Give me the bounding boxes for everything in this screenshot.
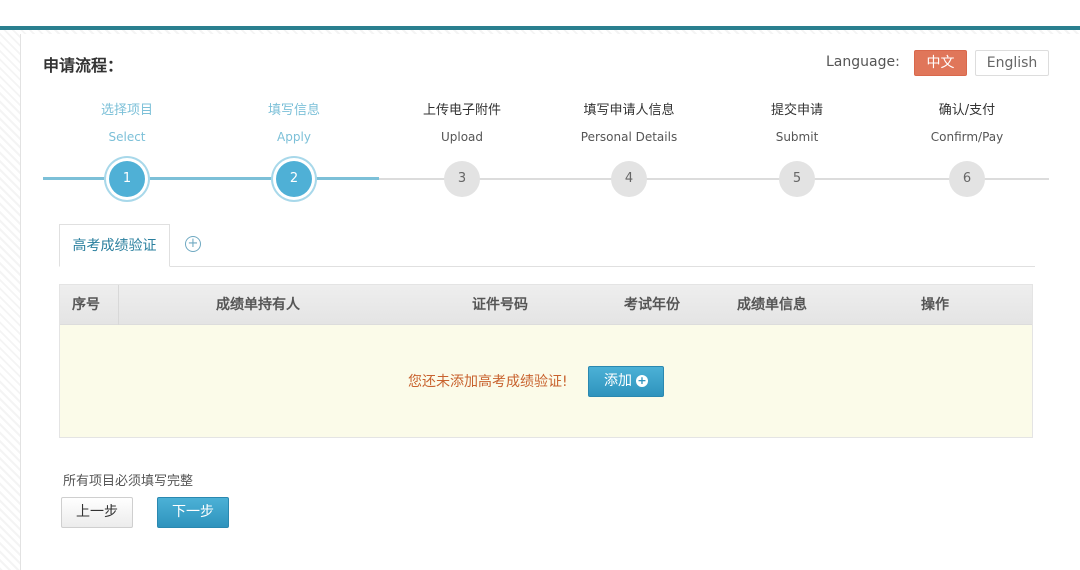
step-5-label: 提交申请 Submit [727,102,867,146]
score-table: 序号 成绩单持有人 证件号码 考试年份 成绩单信息 操作 您还未添加高考成绩验证… [59,284,1033,438]
step-3-circle: 3 [444,161,480,197]
col-transcript-info: 成绩单信息 [737,297,807,313]
plus-circle-icon: + [636,374,648,387]
table-header: 序号 成绩单持有人 证件号码 考试年份 成绩单信息 操作 [60,285,1032,325]
required-note: 所有项目必须填写完整 [63,474,194,489]
tab-gaokao-verification[interactable]: 高考成绩验证 [59,224,170,267]
step-3-cn: 上传电子附件 [422,103,501,118]
step-2-cn: 填写信息 [267,103,320,118]
header-separator [118,285,119,325]
col-exam-year: 考试年份 [624,297,680,313]
step-2-en: Apply [277,130,311,144]
step-5-cn: 提交申请 [770,103,823,118]
col-id-number: 证件号码 [472,297,528,313]
step-5-circle: 5 [779,161,815,197]
application-panel: 申请流程： Language: 中文 English 选择项目 Select 填… [20,34,1080,570]
step-2-label: 填写信息 Apply [224,102,364,146]
step-5-en: Submit [775,130,819,144]
step-6-label: 确认/支付 Confirm/Pay [897,102,1037,146]
language-label: Language: [826,54,900,70]
add-button-label: 添加 [604,373,632,389]
progress-track-completed [43,177,379,180]
next-step-button[interactable]: 下一步 [157,497,229,528]
step-4-en: Personal Details [580,130,678,144]
step-1-cn: 选择项目 [100,103,153,118]
step-3-label: 上传电子附件 Upload [392,102,532,146]
step-4-circle: 4 [611,161,647,197]
step-6-en: Confirm/Pay [930,130,1004,144]
step-3-en: Upload [440,130,484,144]
step-6-cn: 确认/支付 [938,103,996,118]
step-1-circle: 1 [109,161,145,197]
step-1-en: Select [108,130,146,144]
table-empty-row: 您还未添加高考成绩验证! 添加 + [60,325,1032,437]
language-english-button[interactable]: English [975,50,1049,76]
col-holder: 成绩单持有人 [216,297,300,313]
col-actions: 操作 [921,297,949,313]
step-4-cn: 填写申请人信息 [583,103,675,118]
step-6-circle: 6 [949,161,985,197]
add-record-button[interactable]: 添加 + [588,366,664,397]
flow-title: 申请流程： [43,56,124,75]
step-4-label: 填写申请人信息 Personal Details [559,102,699,146]
step-2-circle: 2 [276,161,312,197]
tab-divider [59,266,1035,267]
top-bar [0,0,1080,30]
plus-circle-icon[interactable]: + [185,236,201,252]
language-chinese-button[interactable]: 中文 [914,50,967,76]
step-1-label: 选择项目 Select [57,102,197,146]
previous-step-button[interactable]: 上一步 [61,497,133,528]
empty-message: 您还未添加高考成绩验证! [408,374,568,390]
col-index: 序号 [72,297,100,313]
